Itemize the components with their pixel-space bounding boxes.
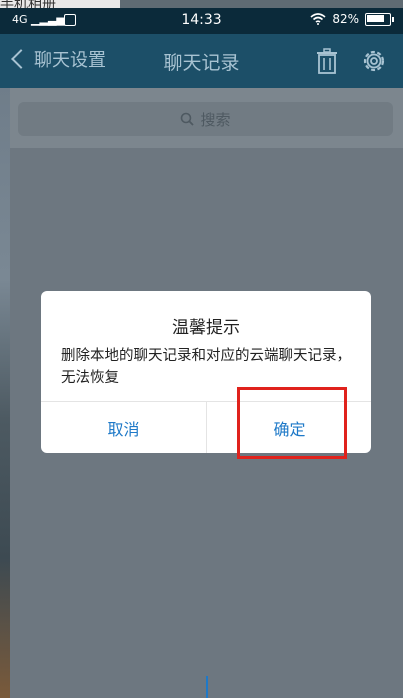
cancel-button[interactable]: 取消 <box>41 402 206 453</box>
search-input[interactable]: 搜索 <box>18 102 393 136</box>
background-window-edge <box>0 0 10 698</box>
page-title: 聊天记录 <box>163 52 240 74</box>
battery-icon <box>365 12 394 26</box>
gear-icon[interactable] <box>360 47 388 75</box>
underlying-window-strip: 手机相册 <box>0 0 120 13</box>
status-right: 82% <box>310 12 394 26</box>
dialog-title: 温馨提示 <box>172 318 240 338</box>
dialog-message: 删除本地的聊天记录和对应的云端聊天记录，无法恢复 <box>61 348 351 386</box>
search-area: 搜索 <box>10 88 403 148</box>
scroll-indicator <box>206 676 208 698</box>
navigation-bar: 聊天设置 聊天记录 <box>0 34 403 88</box>
search-icon <box>181 112 195 126</box>
battery-percent: 82% <box>332 12 359 26</box>
wifi-icon <box>310 13 326 25</box>
search-placeholder: 搜索 <box>200 110 231 129</box>
status-bar: 4G ▁▂▃▅ 14:33 82% <box>0 8 403 34</box>
highlight-box <box>237 387 347 459</box>
trash-icon[interactable] <box>316 48 338 74</box>
